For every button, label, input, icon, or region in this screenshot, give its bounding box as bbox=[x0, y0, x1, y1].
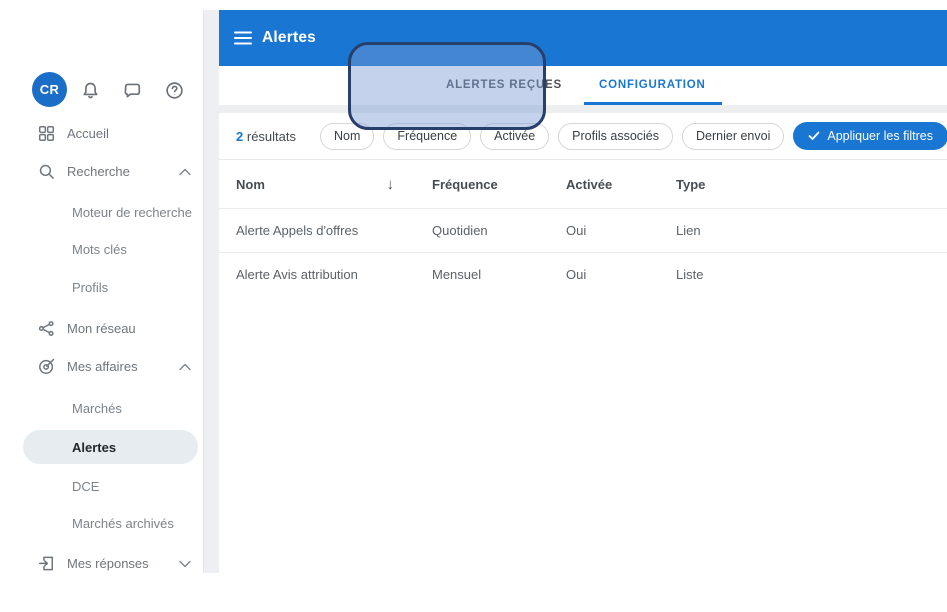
page-header: Alertes bbox=[219, 10, 947, 66]
sidebar-item-label: Profils bbox=[72, 280, 108, 295]
column-header-type[interactable]: Type bbox=[676, 177, 947, 192]
network-icon bbox=[38, 320, 55, 337]
cell-frequency: Quotidien bbox=[432, 223, 566, 238]
cell-active: Oui bbox=[566, 223, 676, 238]
sidebar-item-alertes[interactable]: Alertes bbox=[23, 430, 198, 464]
sidebar-item-label: DCE bbox=[72, 479, 99, 494]
table-header-row: Nom ↓ Fréquence Activée Type bbox=[219, 160, 947, 208]
cell-name: Alerte Avis attribution bbox=[236, 267, 432, 282]
page-title: Alertes bbox=[262, 29, 316, 47]
sidebar-item-label: Alertes bbox=[72, 440, 116, 455]
cell-name: Alerte Appels d'offres bbox=[236, 223, 432, 238]
chevron-down-icon bbox=[178, 559, 192, 569]
chevron-up-icon bbox=[178, 362, 192, 372]
tab-alertes-recues[interactable]: ALERTES REÇUES bbox=[446, 66, 562, 105]
cell-frequency: Mensuel bbox=[432, 267, 566, 282]
filter-chip-dernier-envoi[interactable]: Dernier envoi bbox=[682, 123, 784, 150]
doc-arrow-icon bbox=[38, 555, 55, 572]
cell-active: Oui bbox=[566, 267, 676, 282]
sidebar-item-moteur-de-recherche[interactable]: Moteur de recherche bbox=[0, 195, 203, 229]
sidebar-item-label: Moteur de recherche bbox=[72, 205, 192, 220]
apply-filters-label: Appliquer les filtres bbox=[827, 129, 933, 143]
column-header-frequence[interactable]: Fréquence bbox=[432, 177, 566, 192]
apply-filters-button[interactable]: Appliquer les filtres bbox=[793, 122, 947, 150]
chevron-up-icon bbox=[178, 167, 192, 177]
sidebar-item-label: Marchés archivés bbox=[72, 516, 174, 531]
results-count-label: résultats bbox=[247, 129, 296, 144]
table-row[interactable]: Alerte Avis attribution Mensuel Oui List… bbox=[219, 252, 947, 296]
filter-chip-profils-associes[interactable]: Profils associés bbox=[558, 123, 673, 150]
check-icon bbox=[808, 131, 820, 141]
sidebar-item-marches-archives[interactable]: Marchés archivés bbox=[0, 506, 203, 540]
table-row[interactable]: Alerte Appels d'offres Quotidien Oui Lie… bbox=[219, 208, 947, 252]
search-icon bbox=[38, 163, 55, 180]
sidebar-item-label: Recherche bbox=[67, 164, 130, 179]
hamburger-icon[interactable] bbox=[234, 31, 252, 45]
cell-type: Liste bbox=[676, 267, 947, 282]
tab-bar: ALERTES REÇUES CONFIGURATION bbox=[219, 66, 947, 105]
sidebar-scrollbar[interactable] bbox=[203, 10, 219, 573]
sidebar-item-mots-cles[interactable]: Mots clés bbox=[0, 232, 203, 266]
sidebar-item-profils[interactable]: Profils bbox=[0, 270, 203, 304]
sidebar-item-accueil[interactable]: Accueil bbox=[0, 116, 203, 150]
sidebar-item-mon-reseau[interactable]: Mon réseau bbox=[0, 311, 203, 345]
filter-chip-activee[interactable]: Activée bbox=[480, 123, 549, 150]
sort-arrow-down-icon[interactable]: ↓ bbox=[387, 176, 395, 193]
sidebar-item-label: Mots clés bbox=[72, 242, 127, 257]
results-count-number: 2 bbox=[236, 129, 243, 144]
sidebar-item-dce[interactable]: DCE bbox=[0, 469, 203, 503]
sidebar-item-marches[interactable]: Marchés bbox=[0, 391, 203, 425]
filter-chip-nom[interactable]: Nom bbox=[320, 123, 374, 150]
cell-type: Lien bbox=[676, 223, 947, 238]
dashboard-icon bbox=[38, 125, 55, 142]
sidebar-item-recherche[interactable]: Recherche bbox=[0, 154, 203, 188]
page-background-band bbox=[219, 105, 947, 113]
target-icon bbox=[38, 358, 55, 375]
bell-icon[interactable] bbox=[78, 78, 102, 102]
sidebar-item-label: Mon réseau bbox=[67, 321, 136, 336]
sidebar-item-label: Accueil bbox=[67, 126, 109, 141]
tab-configuration[interactable]: CONFIGURATION bbox=[599, 66, 706, 105]
sidebar-item-label: Marchés bbox=[72, 401, 122, 416]
sidebar-item-label: Mes réponses bbox=[67, 556, 149, 571]
avatar[interactable]: CR bbox=[32, 72, 67, 107]
sidebar-item-mes-reponses[interactable]: Mes réponses bbox=[0, 546, 203, 580]
results-count: 2 résultats bbox=[236, 129, 296, 144]
alerts-config-panel: 2 résultats Nom Fréquence Activée Profil… bbox=[219, 113, 947, 612]
sidebar-item-label: Mes affaires bbox=[67, 359, 138, 374]
filter-chip-frequence[interactable]: Fréquence bbox=[383, 123, 471, 150]
column-header-activee[interactable]: Activée bbox=[566, 177, 676, 192]
help-icon[interactable] bbox=[162, 78, 186, 102]
column-header-nom[interactable]: Nom bbox=[236, 177, 265, 192]
sidebar-item-mes-affaires[interactable]: Mes affaires bbox=[0, 349, 203, 383]
chat-icon[interactable] bbox=[120, 78, 144, 102]
filter-bar: 2 résultats Nom Fréquence Activée Profil… bbox=[219, 113, 947, 160]
sidebar: CR Accueil Recherche bbox=[0, 0, 203, 612]
